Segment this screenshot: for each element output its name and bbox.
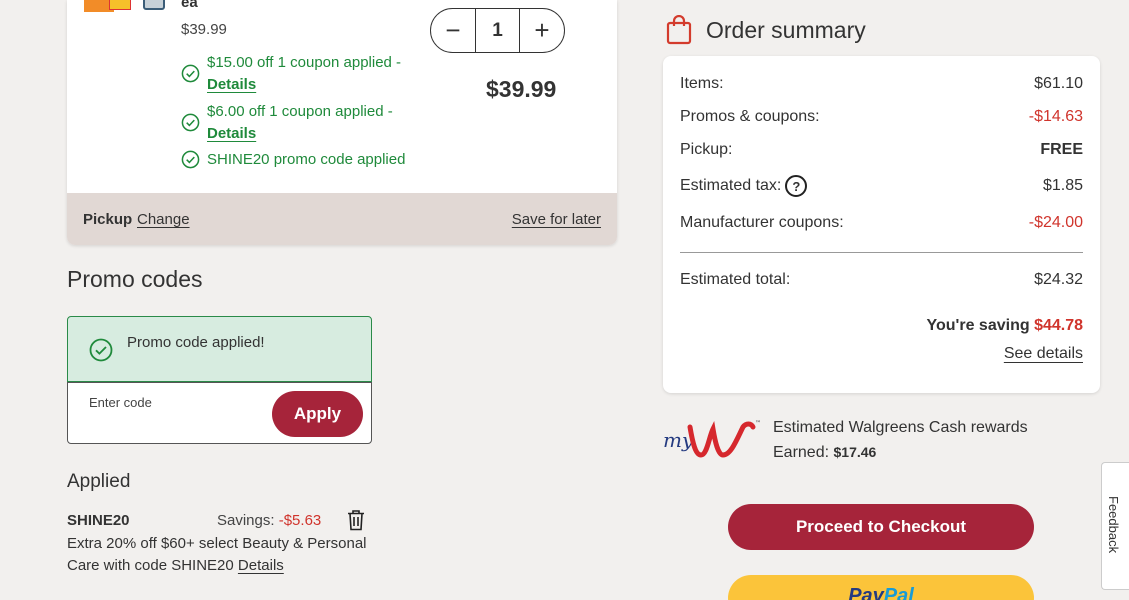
applied-code-description: Extra 20% off $60+ select Beauty & Perso… [67,533,367,577]
row-value: -$24.00 [1028,214,1083,231]
applied-details-link[interactable]: Details [238,557,284,574]
row-label: Pickup: [680,141,733,158]
promo-success-message: Promo code applied! [127,334,265,351]
fulfillment-bar: Pickup Change Save for later [67,193,617,245]
rewards-title: Estimated Walgreens Cash rewards [773,419,1028,436]
row-label: Items: [680,75,724,92]
summary-divider [680,252,1083,253]
unit-suffix: ea [181,0,198,11]
fulfillment-label: Pickup [83,211,133,228]
shopping-bag-icon [666,15,692,45]
item-total-price: $39.99 [486,76,557,102]
row-label: Promos & coupons: [680,108,820,125]
promo-code-field[interactable]: Enter code Apply [67,382,372,444]
coupon-text: SHINE20 promo code applied [207,151,406,168]
save-for-later-link[interactable]: Save for later [512,211,601,228]
summary-row-tax: Estimated tax:? $1.85 [680,175,1083,197]
total-value: $24.32 [1034,271,1083,288]
coupon-applied-2: $6.00 off 1 coupon applied - Details [181,101,393,145]
check-circle-icon [89,338,113,362]
rewards-info: Estimated Walgreens Cash rewards Earned:… [773,415,1028,465]
earned-label: Earned: [773,444,830,461]
savings-value: -$5.63 [278,512,322,529]
apply-promo-button[interactable]: Apply [272,391,363,437]
coupon-applied-1: $15.00 off 1 coupon applied - Details [181,52,401,96]
coupon-details-link[interactable]: Details [207,125,256,142]
earned-value: $17.46 [833,444,877,460]
coupon-details-link[interactable]: Details [207,76,256,93]
savings-label: Savings: [217,512,275,529]
row-label: Estimated tax: [680,177,782,195]
check-circle-icon [181,113,200,132]
product-thumbnail-badge [109,0,131,10]
summary-row-total: Estimated total: $24.32 [680,271,1083,289]
check-circle-icon [181,64,200,83]
check-circle-icon [181,150,200,169]
row-value: $61.10 [1034,75,1083,92]
trash-icon[interactable] [346,509,366,531]
quantity-value[interactable]: 1 [475,9,520,52]
row-label: Manufacturer coupons: [680,214,844,231]
question-icon[interactable]: ? [785,175,808,197]
see-details-link[interactable]: See details [1004,345,1083,363]
increase-quantity-button[interactable]: + [520,9,564,52]
feedback-tab[interactable]: Feedback [1101,462,1129,590]
paypal-logo-pal: Pal [883,585,914,600]
product-thumbnail-2 [143,0,165,10]
order-summary-card: Items: $61.10 Promos & coupons: -$14.63 Pi… [663,56,1100,393]
promo-applied-note: SHINE20 promo code applied [181,149,405,171]
cart-item-card: ea $39.99 $15.00 off 1 coupon applied - D… [67,0,617,245]
coupon-text: $15.00 off 1 coupon applied - [207,54,402,71]
paypal-button[interactable]: Pay Pal [728,575,1034,600]
applied-heading: Applied [67,471,131,492]
summary-row-items: Items: $61.10 [680,75,1083,93]
summary-row-pickup: Pickup: FREE [680,141,1083,159]
summary-row-mfr-coupons: Manufacturer coupons: -$24.00 [680,214,1083,232]
promo-codes-heading: Promo codes [67,266,203,292]
description-text: Extra 20% off $60+ select Beauty & Perso… [67,535,367,574]
total-label: Estimated total: [680,271,791,288]
saving-summary: You're saving $44.78 [927,317,1083,335]
row-value: $1.85 [1042,177,1083,194]
summary-row-promos: Promos & coupons: -$14.63 [680,108,1083,126]
promo-code-placeholder: Enter code [89,395,152,410]
row-value: FREE [1040,141,1083,158]
saving-value: $44.78 [1034,317,1083,334]
proceed-to-checkout-button[interactable]: Proceed to Checkout [728,504,1034,550]
mywalgreens-logo: my ™ [663,420,761,458]
applied-code-name: SHINE20 [67,512,130,529]
saving-label: You're saving [926,317,1030,334]
paypal-logo-pay: Pay [848,585,884,600]
order-summary-heading: Order summary [706,17,866,43]
decrease-quantity-button[interactable]: − [431,9,475,52]
promo-success-alert: Promo code applied! [67,316,372,382]
coupon-text: $6.00 off 1 coupon applied - [207,103,393,120]
feedback-label: Feedback [1106,496,1121,554]
unit-price: $39.99 [181,21,227,38]
quantity-stepper: − 1 + [430,8,565,53]
change-fulfillment-link[interactable]: Change [137,211,190,228]
applied-savings: Savings: -$5.63 [217,512,321,529]
svg-text:™: ™ [755,420,761,427]
row-value: -$14.63 [1028,108,1083,125]
